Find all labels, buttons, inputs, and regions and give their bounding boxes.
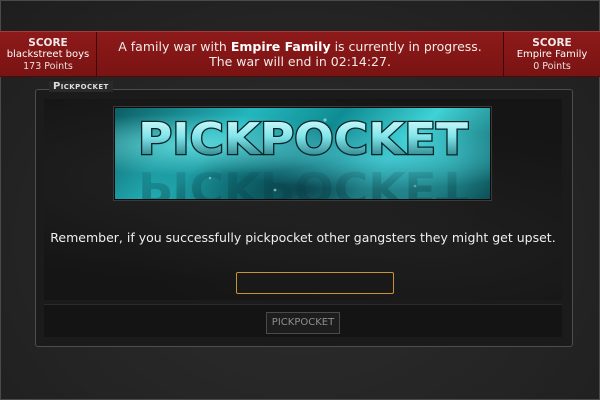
panel-footer: PICKPOCKET	[44, 304, 562, 337]
pickpocket-panel: PICKPOCKET PICKPOCKET Remember, if you s…	[35, 89, 573, 347]
right-score-label: SCORE	[532, 37, 572, 49]
left-score-label: SCORE	[28, 37, 68, 49]
war-end-prefix: The war will end in	[209, 54, 331, 69]
left-team-name: blackstreet boys	[6, 49, 90, 60]
war-message-suffix: is currently in progress.	[330, 39, 482, 54]
war-banner: SCORE blackstreet boys 173 Points A fami…	[0, 31, 600, 77]
war-message-prefix: A family war with	[118, 39, 231, 54]
pickpocket-warning: Remember, if you successfully pickpocket…	[50, 230, 556, 245]
banner-reflection: PICKPOCKET	[138, 161, 468, 199]
pickpocket-banner-image: PICKPOCKET PICKPOCKET	[114, 107, 491, 200]
right-team-points: 0 Points	[533, 61, 571, 72]
target-input[interactable]	[236, 272, 394, 294]
left-team-score: SCORE blackstreet boys 173 Points	[0, 32, 97, 76]
panel-legend: Pickpocket	[49, 81, 113, 92]
banner-title: PICKPOCKET	[138, 114, 468, 165]
right-team-score: SCORE Empire Family 0 Points	[503, 32, 600, 76]
war-message: A family war with Empire Family is curre…	[97, 39, 503, 69]
right-team-name: Empire Family	[516, 49, 588, 60]
pickpocket-content: PICKPOCKET PICKPOCKET Remember, if you s…	[44, 99, 562, 300]
war-countdown: 02:14:27	[330, 54, 387, 69]
war-end-suffix: .	[386, 54, 391, 69]
war-enemy-family: Empire Family	[230, 39, 331, 54]
banner-graphic: PICKPOCKET PICKPOCKET	[137, 113, 470, 199]
pickpocket-button[interactable]: PICKPOCKET	[266, 312, 340, 334]
left-team-points: 173 Points	[23, 61, 73, 72]
